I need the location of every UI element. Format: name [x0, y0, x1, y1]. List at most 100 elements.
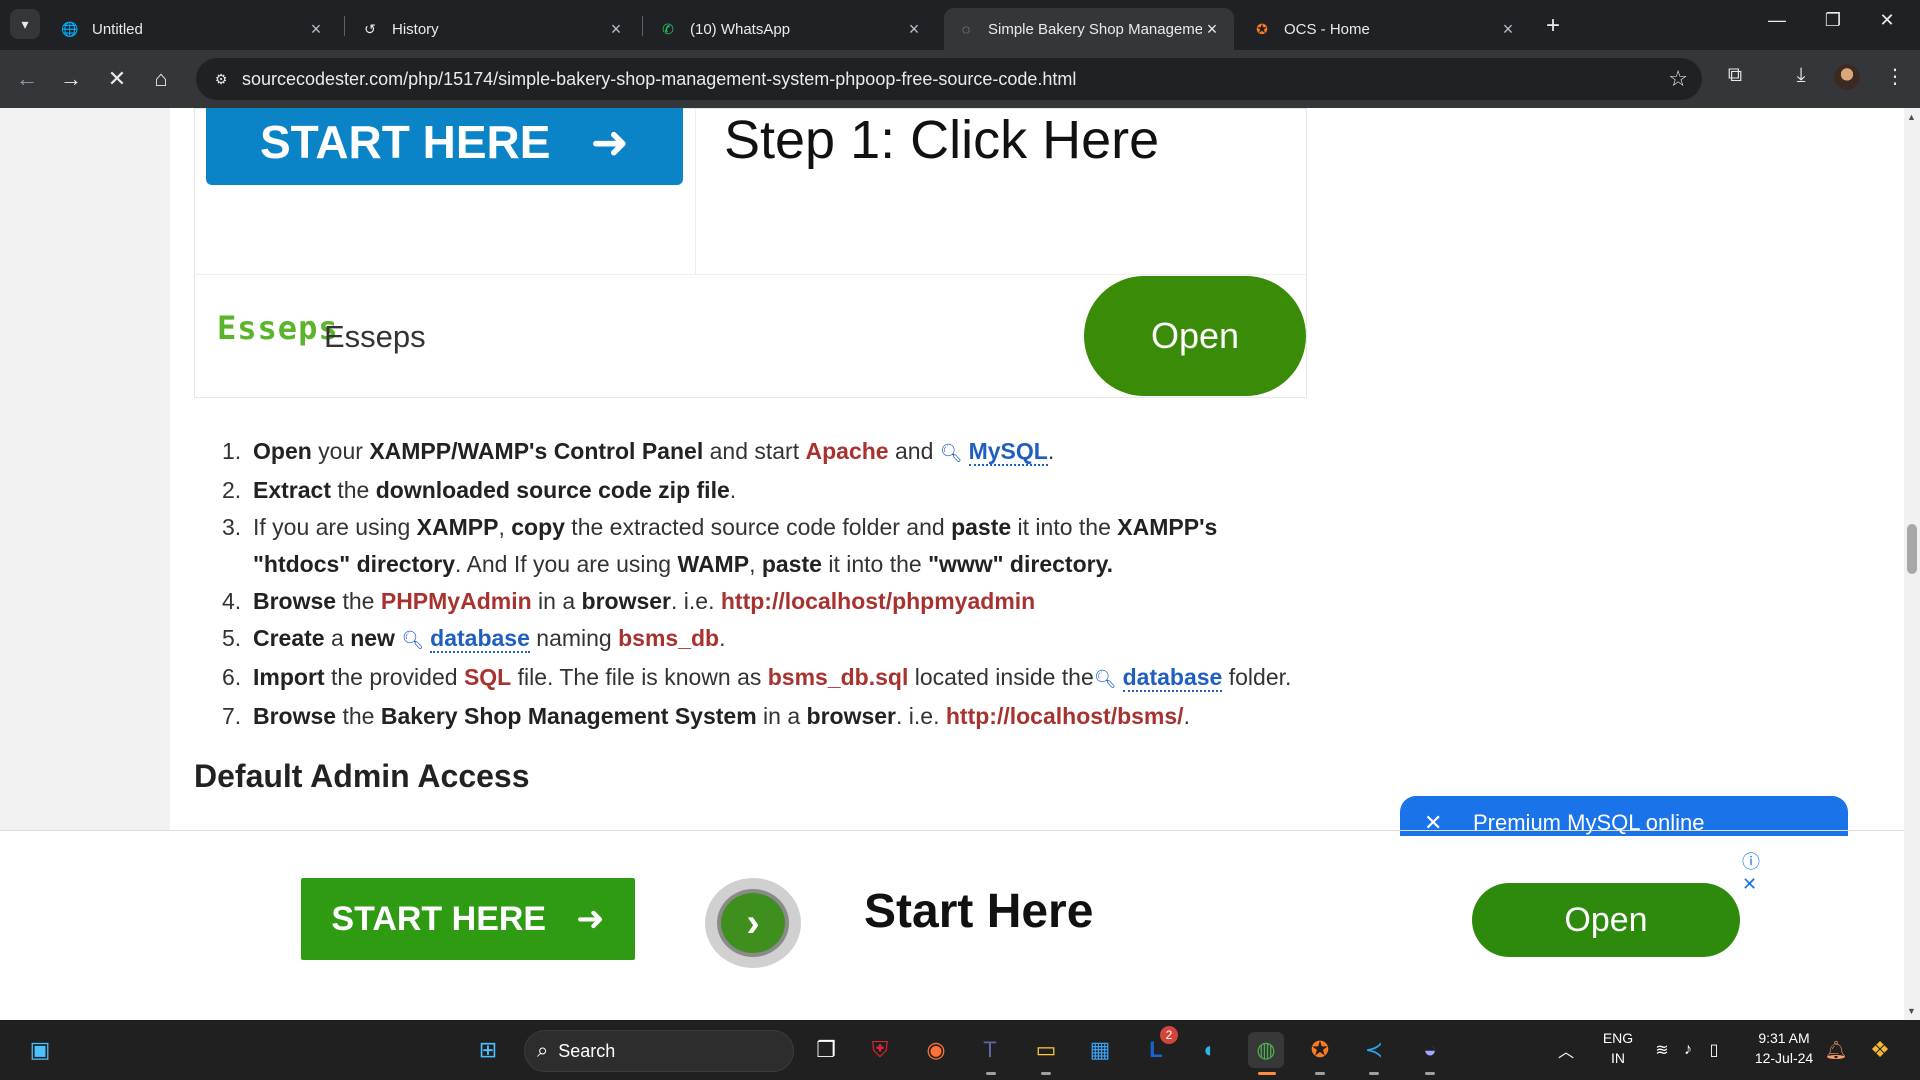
stop-button[interactable]: ✕ — [102, 64, 132, 94]
back-button[interactable]: ← — [12, 64, 42, 94]
bookmark-star-icon[interactable]: ☆ — [1668, 66, 1688, 92]
close-icon[interactable]: ✕ — [1742, 874, 1757, 894]
ad-start-here-button[interactable]: START HERE ➜ — [301, 878, 635, 960]
chevron-right-icon: › — [717, 889, 789, 957]
close-icon[interactable]: × — [1202, 19, 1222, 40]
ad-open-button[interactable]: Open — [1472, 883, 1740, 957]
store-icon[interactable]: ▦ — [1082, 1032, 1118, 1068]
home-button[interactable]: ⌂ — [146, 64, 176, 94]
close-icon[interactable]: × — [904, 19, 924, 40]
phpmyadmin-url[interactable]: http://localhost/phpmyadmin — [721, 588, 1035, 614]
address-bar[interactable]: ⚙ sourcecodester.com/php/15174/simple-ba… — [196, 58, 1702, 100]
extensions-icon[interactable]: ⧉ — [1720, 64, 1750, 87]
database-link[interactable]: database — [1122, 664, 1223, 692]
copilot-icon[interactable]: ❖ — [1862, 1032, 1898, 1068]
tab-untitled[interactable]: 🌐 Untitled × — [48, 8, 338, 50]
minimize-button[interactable]: — — [1754, 10, 1800, 31]
chrome-icon[interactable]: ◍ — [1248, 1032, 1284, 1068]
tab-strip: ▾ 🌐 Untitled × ↺ History × ✆ (10) WhatsA… — [0, 0, 1920, 50]
close-icon[interactable]: ✕ — [1424, 810, 1442, 835]
tab-separator — [344, 16, 345, 36]
step-text: Create — [253, 625, 325, 651]
tab-label: Untitled — [92, 20, 143, 38]
ad-choices[interactable]: ⓘ ✕ — [1742, 848, 1774, 895]
taskbar-search[interactable]: ⌕ Search — [524, 1030, 794, 1072]
close-icon: ✕ — [107, 66, 127, 91]
top-advertisement[interactable]: START HERE ➜ Step 1: Click Here Esseps E… — [194, 108, 1307, 398]
firefox-icon[interactable]: ◉ — [918, 1032, 954, 1068]
tab-label: Simple Bakery Shop Manageme — [988, 20, 1202, 38]
close-icon[interactable]: × — [1498, 19, 1518, 40]
download-icon[interactable]: ⤓ — [1786, 64, 1816, 87]
edge-icon[interactable]: ◐ — [1192, 1032, 1228, 1068]
running-indicator — [1425, 1072, 1435, 1075]
forward-button[interactable]: → — [56, 64, 86, 94]
site-settings-icon[interactable]: ⚙ — [206, 71, 236, 88]
language-indicator[interactable]: ENG IN — [1598, 1028, 1638, 1068]
windows-start-icon[interactable]: ⊞ — [470, 1032, 506, 1068]
info-icon[interactable]: ⓘ — [1742, 852, 1760, 872]
database-link[interactable]: database — [430, 625, 530, 653]
step-text: bsms_db — [618, 625, 720, 651]
page-content: START HERE ➜ Step 1: Click Here Esseps E… — [0, 108, 1904, 1020]
chevron-up-icon[interactable]: ︿ — [1548, 1032, 1584, 1068]
globe-icon: 🌐 — [61, 20, 79, 37]
teams-icon[interactable]: T — [972, 1032, 1008, 1068]
ad-step-title[interactable]: Step 1: Click Here — [724, 109, 1159, 171]
mcafee-icon[interactable]: ⛨ — [862, 1032, 898, 1068]
step-text: "htdocs" directory — [253, 551, 456, 577]
arrow-right-icon: → — [60, 66, 82, 91]
step-text: Browse — [253, 588, 337, 614]
ad-start-label: START HERE — [259, 116, 551, 168]
step-text: the — [336, 588, 381, 614]
ad-title[interactable]: Start Here — [864, 884, 1093, 939]
tab-history[interactable]: ↺ History × — [348, 8, 638, 50]
whatsapp-icon: ✆ — [662, 20, 674, 37]
tab-bakery-shop[interactable]: ◌ Simple Bakery Shop Manageme × — [944, 8, 1234, 50]
scrollbar-thumb[interactable] — [1907, 524, 1917, 574]
step-text: in a — [531, 588, 582, 614]
step-number: 7. — [222, 703, 242, 729]
file-explorer-icon[interactable]: ▭ — [1028, 1032, 1064, 1068]
ad-open-button[interactable]: Open — [1084, 276, 1306, 396]
close-icon[interactable]: × — [306, 19, 326, 40]
xampp-icon[interactable]: ✪ — [1302, 1032, 1338, 1068]
bsms-url[interactable]: http://localhost/bsms/ — [946, 703, 1184, 729]
widgets-icon[interactable]: ▣ — [22, 1032, 58, 1068]
ad-play-icon[interactable]: › — [705, 878, 801, 968]
search-label: Search — [558, 1040, 616, 1061]
vscode-icon[interactable]: ≺ — [1356, 1032, 1392, 1068]
date: 12-Jul-24 — [1754, 1050, 1814, 1066]
tab-search-button[interactable]: ▾ — [10, 9, 40, 39]
list-item: 5. Create a new 🔍︎ database naming bsms_d… — [222, 620, 1322, 659]
bottom-advertisement[interactable]: START HERE ➜ › Start Here Open ⓘ ✕ — [294, 838, 1774, 1020]
new-tab-button[interactable]: + — [1546, 12, 1560, 40]
scroll-up-icon[interactable]: ▲ — [1907, 112, 1916, 122]
task-view-icon[interactable]: ❐ — [808, 1032, 844, 1068]
step-number: 1. — [222, 438, 242, 464]
step-text: paste — [761, 551, 822, 577]
battery-icon[interactable]: ▯ — [1696, 1032, 1732, 1068]
loading-icon: ◌ — [961, 21, 971, 37]
eclipse-icon[interactable]: ◒ — [1412, 1032, 1448, 1068]
tab-whatsapp[interactable]: ✆ (10) WhatsApp × — [646, 8, 936, 50]
avatar[interactable] — [1834, 64, 1860, 90]
window-close-button[interactable]: ✕ — [1864, 10, 1910, 31]
scroll-down-icon[interactable]: ▼ — [1907, 1006, 1916, 1016]
browser-toolbar: ← → ✕ ⌂ ⚙ sourcecodester.com/php/15174/s… — [0, 50, 1920, 108]
notification-bell-icon[interactable]: 🔔︎ — [1818, 1032, 1854, 1068]
running-indicator — [1369, 1072, 1379, 1075]
menu-icon[interactable]: ⋮ — [1880, 64, 1910, 89]
tab-ocs-home[interactable]: ✪ OCS - Home × — [1240, 8, 1530, 50]
ad-start-here-button[interactable]: START HERE ➜ — [206, 108, 683, 185]
page-scrollbar[interactable]: ▲ ▼ — [1904, 108, 1920, 1020]
mysql-link[interactable]: MySQL — [968, 438, 1048, 466]
clock[interactable]: 9:31 AM 12-Jul-24 — [1744, 1028, 1824, 1068]
ad-brand-name[interactable]: Esseps — [324, 319, 426, 355]
notification-badge: 2 — [1160, 1026, 1178, 1044]
running-indicator — [1315, 1072, 1325, 1075]
restore-button[interactable]: ❐ — [1810, 10, 1856, 31]
url-text[interactable]: sourcecodester.com/php/15174/simple-bake… — [242, 69, 1076, 90]
step-text: located inside the — [908, 664, 1094, 690]
close-icon[interactable]: × — [606, 19, 626, 40]
